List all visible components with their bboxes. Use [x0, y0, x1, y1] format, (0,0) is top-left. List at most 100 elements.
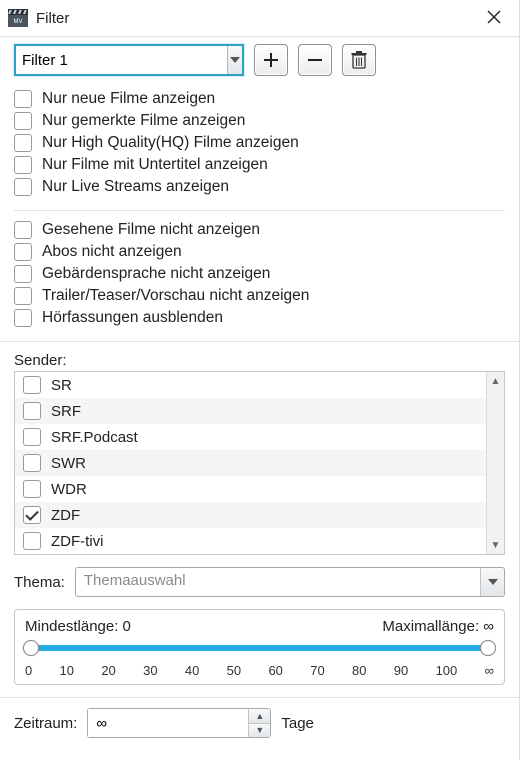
titlebar: MV Filter	[0, 0, 519, 36]
sender-row: WDR	[15, 476, 486, 502]
divider	[0, 697, 519, 698]
svg-text:MV: MV	[14, 19, 23, 25]
checkbox[interactable]	[14, 112, 32, 130]
divider	[0, 341, 519, 342]
checkbox-label: Hörfassungen ausblenden	[42, 309, 223, 327]
spinner-up-button[interactable]: ▲	[249, 709, 270, 724]
min-length-label: Mindestlänge: 0	[25, 618, 131, 635]
slider-tick: 40	[185, 663, 199, 678]
chevron-down-icon[interactable]	[227, 46, 242, 74]
slider-tick: 10	[60, 663, 74, 678]
thema-placeholder: Themaauswahl	[76, 568, 480, 596]
sender-row: ZDF	[15, 502, 486, 528]
sender-label: WDR	[51, 481, 87, 498]
slider-thumb-min[interactable]	[23, 640, 39, 656]
checkbox[interactable]	[14, 309, 32, 327]
display-option-row: Nur Live Streams anzeigen	[14, 176, 505, 198]
slider-rail	[31, 645, 488, 651]
spinner-buttons: ▲ ▼	[248, 709, 270, 737]
sender-row: ZDF-tivi	[15, 528, 486, 554]
checkbox[interactable]	[14, 287, 32, 305]
zeitraum-row: Zeitraum: ▲ ▼ Tage	[0, 704, 519, 746]
zeitraum-spinner[interactable]: ▲ ▼	[87, 708, 271, 738]
slider-tick: 20	[101, 663, 115, 678]
sender-row: SRF	[15, 398, 486, 424]
checkbox-label: Abos nicht anzeigen	[42, 243, 182, 261]
minus-icon	[307, 52, 323, 68]
checkbox[interactable]	[14, 90, 32, 108]
max-length-label: Maximallänge: ∞	[382, 618, 494, 635]
sender-row: SWR	[15, 450, 486, 476]
sender-listbox: SR SRF SRF.Podcast SWR WDR ZDF ZDF-tivi ▲ ▼	[14, 371, 505, 555]
slider-tick: 50	[227, 663, 241, 678]
slider-tick: ∞	[485, 663, 494, 678]
length-slider-panel: Mindestlänge: 0 Maximallänge: ∞ 0 10 20 30 4…	[14, 609, 505, 685]
sender-row: SRF.Podcast	[15, 424, 486, 450]
close-icon	[487, 10, 501, 24]
checkbox-label: Nur gemerkte Filme anzeigen	[42, 112, 245, 130]
hide-option-row: Abos nicht anzeigen	[14, 241, 505, 263]
slider-tick: 100	[436, 663, 458, 678]
checkbox[interactable]	[14, 243, 32, 261]
window-title: Filter	[36, 10, 471, 27]
slider-tick-labels: 0 10 20 30 40 50 60 70 80 90 100 ∞	[25, 663, 494, 678]
sender-label: Sender:	[0, 348, 519, 371]
zeitraum-input[interactable]	[88, 709, 248, 737]
checkbox[interactable]	[14, 156, 32, 174]
slider-tick: 60	[268, 663, 282, 678]
sender-label: SRF	[51, 403, 81, 420]
scroll-up-button[interactable]: ▲	[487, 372, 504, 390]
checkbox[interactable]	[23, 532, 41, 550]
thema-label: Thema:	[14, 574, 65, 591]
scrollbar[interactable]: ▲ ▼	[486, 372, 504, 554]
hide-option-row: Trailer/Teaser/Vorschau nicht anzeigen	[14, 285, 505, 307]
checkbox[interactable]	[23, 376, 41, 394]
slider-tick: 80	[352, 663, 366, 678]
display-option-row: Nur neue Filme anzeigen	[14, 88, 505, 110]
slider-tick: 30	[143, 663, 157, 678]
delete-filter-button[interactable]	[342, 44, 376, 76]
sender-label: SRF.Podcast	[51, 429, 138, 446]
slider-thumb-max[interactable]	[480, 640, 496, 656]
spinner-down-button[interactable]: ▼	[249, 724, 270, 738]
add-filter-button[interactable]	[254, 44, 288, 76]
hide-options-group: Gesehene Filme nicht anzeigenAbos nicht …	[0, 217, 519, 337]
filter-name-input[interactable]	[16, 46, 227, 74]
length-range-slider[interactable]	[31, 641, 488, 655]
slider-tick: 90	[394, 663, 408, 678]
display-option-row: Nur High Quality(HQ) Filme anzeigen	[14, 132, 505, 154]
filter-window: MV Filter	[0, 0, 520, 760]
zeitraum-label: Zeitraum:	[14, 715, 77, 732]
checkbox[interactable]	[14, 265, 32, 283]
zeitraum-unit: Tage	[281, 715, 314, 732]
checkbox[interactable]	[14, 178, 32, 196]
thema-row: Thema: Themaauswahl	[0, 563, 519, 605]
sender-label: SR	[51, 377, 72, 394]
checkbox-label: Nur neue Filme anzeigen	[42, 90, 215, 108]
checkbox-label: Gebärdensprache nicht anzeigen	[42, 265, 270, 283]
hide-option-row: Gebärdensprache nicht anzeigen	[14, 263, 505, 285]
thema-combo[interactable]: Themaauswahl	[75, 567, 505, 597]
checkbox[interactable]	[23, 506, 41, 524]
checkbox[interactable]	[14, 221, 32, 239]
display-option-row: Nur Filme mit Untertitel anzeigen	[14, 154, 505, 176]
checkbox[interactable]	[14, 134, 32, 152]
slider-labels: Mindestlänge: 0 Maximallänge: ∞	[25, 618, 494, 635]
remove-filter-button[interactable]	[298, 44, 332, 76]
slider-tick: 70	[310, 663, 324, 678]
filter-name-combo[interactable]	[14, 44, 244, 76]
checkbox-label: Nur Live Streams anzeigen	[42, 178, 229, 196]
checkbox[interactable]	[23, 480, 41, 498]
checkbox[interactable]	[23, 402, 41, 420]
checkbox[interactable]	[23, 454, 41, 472]
close-button[interactable]	[479, 5, 509, 31]
slider-tick: 0	[25, 663, 32, 678]
chevron-down-icon[interactable]	[480, 568, 504, 596]
trash-icon	[351, 51, 367, 69]
checkbox[interactable]	[23, 428, 41, 446]
sender-label: ZDF-tivi	[51, 533, 104, 550]
scroll-down-button[interactable]: ▼	[487, 536, 504, 554]
sender-label: SWR	[51, 455, 86, 472]
toolbar	[0, 38, 519, 86]
checkbox-label: Nur High Quality(HQ) Filme anzeigen	[42, 134, 299, 152]
